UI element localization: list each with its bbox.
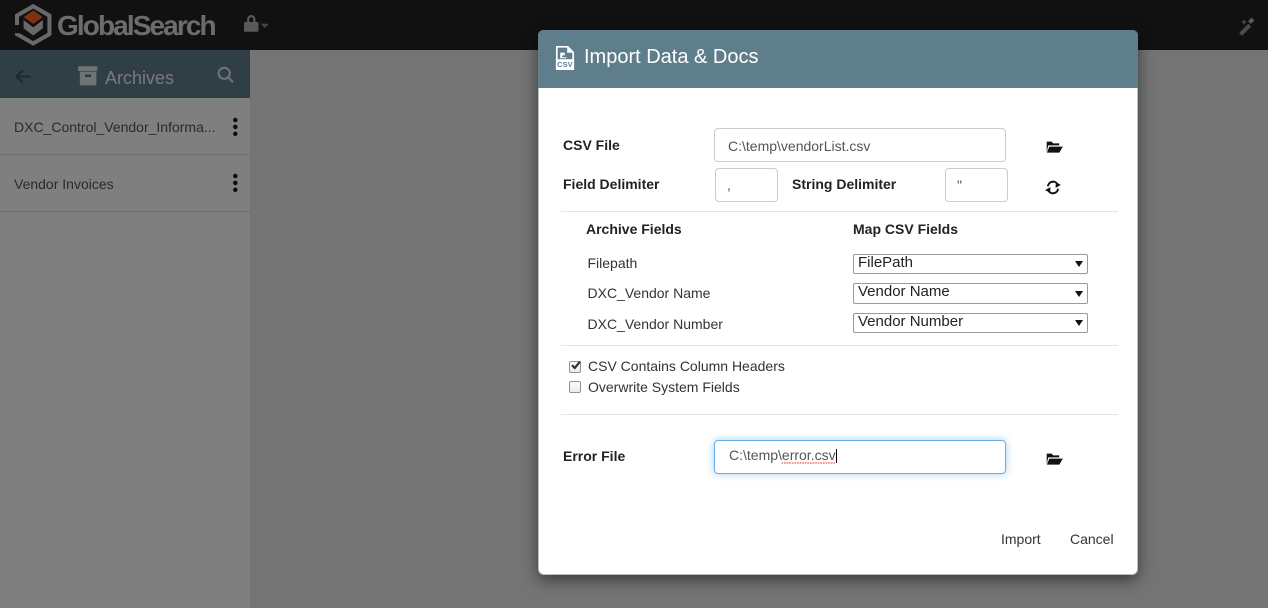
svg-text:CSV: CSV xyxy=(557,59,573,68)
